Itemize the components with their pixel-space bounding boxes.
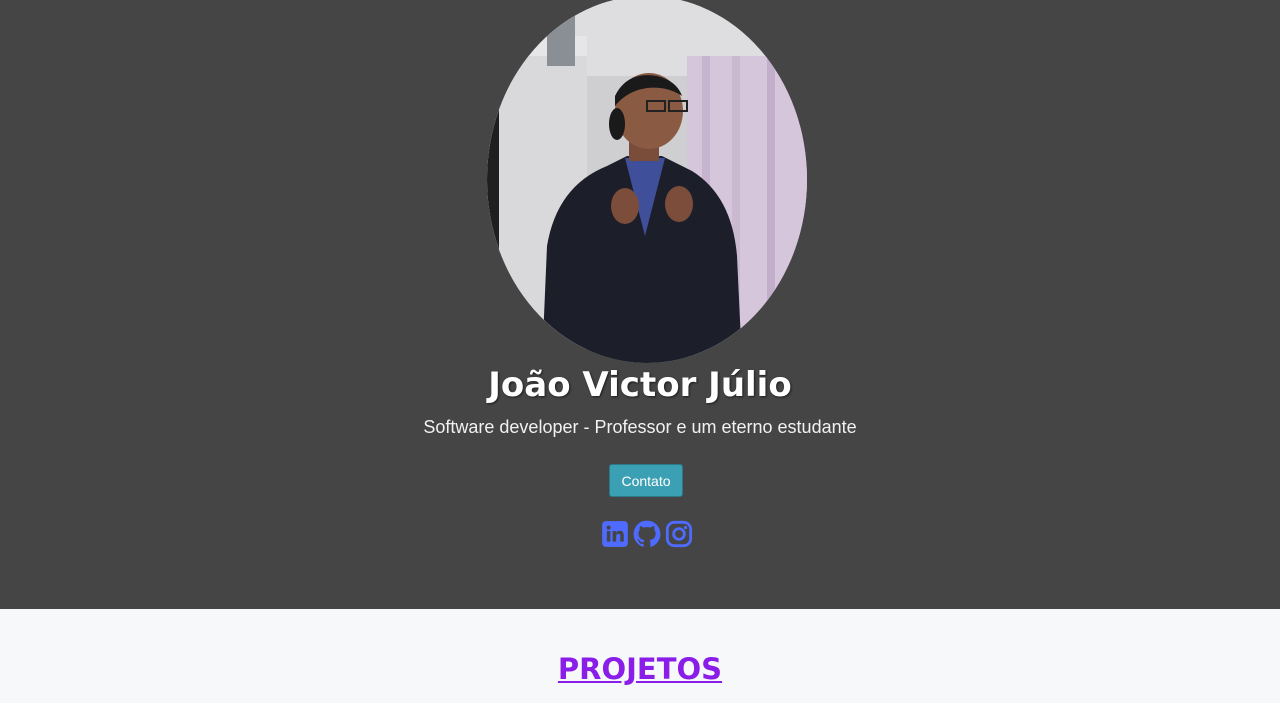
- social-links: [600, 519, 693, 549]
- instagram-link[interactable]: [664, 519, 693, 549]
- github-link[interactable]: [632, 519, 661, 549]
- hero-section: João Victor Júlio Software developer - P…: [0, 0, 1280, 609]
- profile-subtitle: Software developer - Professor e um eter…: [423, 417, 857, 437]
- projects-title[interactable]: PROJETOS: [0, 652, 1280, 686]
- linkedin-icon: [601, 521, 628, 547]
- instagram-icon: [665, 520, 692, 548]
- github-icon: [633, 520, 660, 547]
- linkedin-link[interactable]: [600, 519, 629, 549]
- profile-photo: [487, 0, 807, 363]
- profile-name: João Victor Júlio: [488, 365, 792, 405]
- contact-button[interactable]: Contato: [609, 464, 683, 497]
